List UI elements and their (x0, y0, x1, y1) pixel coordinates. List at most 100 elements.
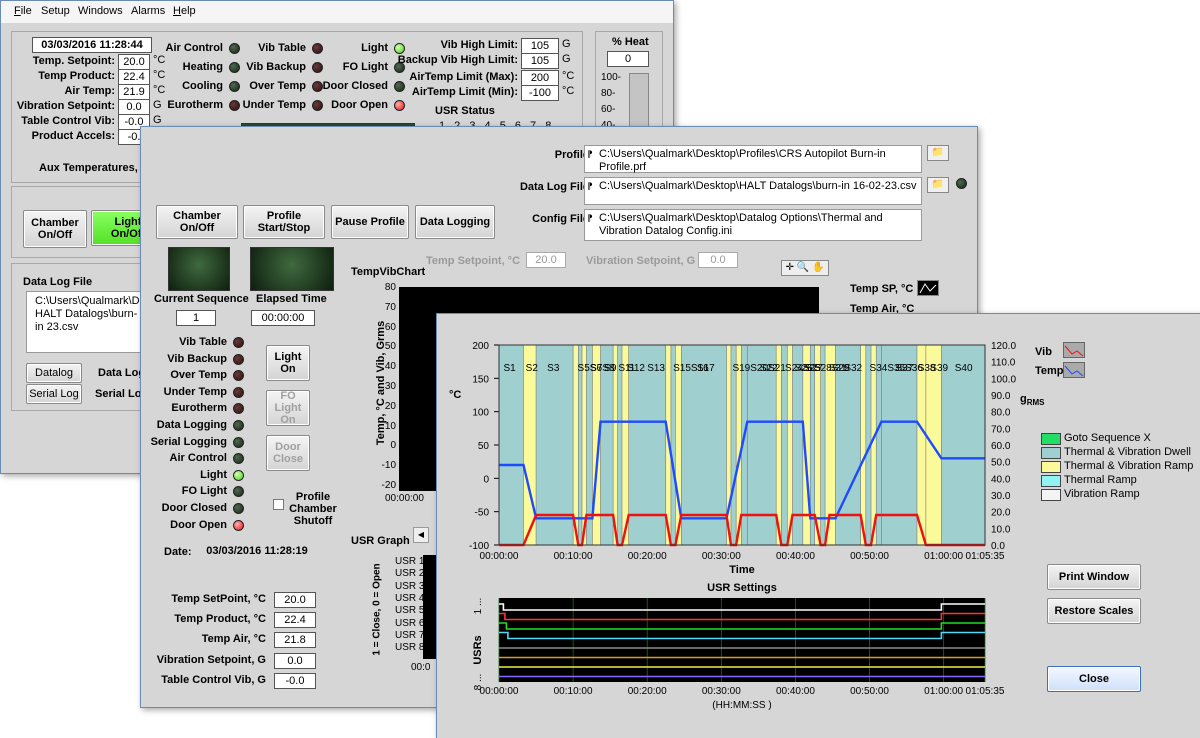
readout-value: 22.4 (118, 69, 150, 85)
elapsed-time-value: 00:00:00 (251, 310, 315, 326)
restore-scales-button[interactable]: Restore Scales (1047, 598, 1141, 624)
usr-graph-row-label: USR 3 (395, 580, 425, 592)
sequence-indicator (168, 247, 230, 291)
legend-swatch (1041, 475, 1061, 487)
readout-unit: G (153, 114, 162, 126)
usr-graph-row-label: USR 5 (395, 605, 425, 617)
chamber-onoff-button-label: Chamber On/Off (31, 217, 79, 241)
y-tick-right: 60.0 (991, 441, 1011, 452)
vib-setpoint-input[interactable]: 0.0 (698, 252, 738, 268)
light-on-button[interactable]: Light On (266, 345, 310, 381)
x-tick: 00:20:00 (628, 551, 667, 562)
legend-label: Goto Sequence X (1064, 432, 1151, 444)
print-window-button-label: Print Window (1058, 571, 1130, 583)
print-window-button[interactable]: Print Window (1047, 564, 1141, 590)
status-led-label: Eurotherm (167, 99, 223, 111)
segment-label: S12 (627, 363, 645, 374)
readout-value-2: 22.4 (274, 612, 316, 629)
segment-label: S3 (547, 363, 560, 374)
light-onoff-button[interactable]: Light On/Off (91, 210, 147, 246)
datalog-folder-icon[interactable]: 📁 (927, 177, 949, 193)
heat-tick: 60- (601, 104, 616, 115)
date-label: Date: (164, 546, 192, 558)
usr-graph-scroll-left-icon[interactable]: ◀ (413, 527, 429, 543)
zoom-tool-icon[interactable]: ✛ 🔍 ✋ (781, 260, 829, 276)
fo-light-on-button-label: FO Light On (274, 390, 302, 426)
status-led-label-2: FO Light (181, 485, 227, 498)
door-close-button[interactable]: Door Close (266, 435, 310, 471)
datalog-button[interactable]: Datalog (26, 363, 82, 383)
datalog-file-path-2[interactable]: ⁋ C:\Users\Qualmark\Desktop\HALT Datalogs… (584, 177, 922, 205)
chamber-onoff-button-2-label: Chamber On/Off (173, 210, 221, 234)
usr-x-tick: 00:30:00 (702, 686, 741, 697)
x-tick: 01:00:00 (924, 551, 963, 562)
profile-shutoff-checkbox[interactable] (273, 499, 284, 510)
y-tick-left: 200 (472, 341, 489, 352)
readout-value-2: 20.0 (274, 592, 316, 608)
usr-graph-row-label: USR 4 (395, 592, 425, 604)
serial-log-button-label: Serial Log (29, 388, 79, 400)
menu-windows[interactable]: Windows (78, 5, 123, 17)
segment-label: S17 (697, 363, 715, 374)
chamber-onoff-button-2[interactable]: Chamber On/Off (156, 205, 238, 239)
config-file-path[interactable]: ⁋ C:\Users\Qualmark\Desktop\Datalog Optio… (584, 209, 922, 241)
status-led (312, 81, 323, 92)
config-file-path-text: C:\Users\Qualmark\Desktop\Datalog Option… (599, 212, 883, 237)
readout-value-2: 0.0 (274, 652, 316, 669)
segment-band (670, 345, 676, 545)
readout-value: 20.0 (118, 54, 150, 70)
status-led-label-2: Data Logging (156, 419, 227, 431)
pause-profile-button[interactable]: Pause Profile (331, 205, 409, 239)
readout-label-2: Temp Air, °C (201, 633, 266, 646)
vib-axis-swatch-icon (1063, 342, 1085, 358)
status-led (312, 43, 323, 54)
vib-axis-label: Vib (1035, 346, 1052, 358)
profile-folder-icon[interactable]: 📁 (927, 145, 949, 161)
y-tick-right: 80.0 (991, 408, 1011, 419)
menu-alarms[interactable]: Alarms (131, 5, 165, 17)
data-logging-button[interactable]: Data Logging (415, 205, 495, 239)
status-led-2 (233, 453, 244, 465)
limit-unit: °C (562, 70, 575, 82)
y-tick-right: 110.0 (991, 358, 1016, 369)
serial-log-button[interactable]: Serial Log (26, 384, 82, 404)
status-led-2 (233, 420, 244, 431)
tempvib-ytick: 0 (390, 440, 396, 452)
datalog-file-label: Data Log File (519, 181, 589, 193)
status-led-label-2: Over Temp (170, 369, 227, 382)
legend-swatch (1041, 489, 1061, 501)
limit-label: AirTemp Limit (Max): (409, 71, 518, 83)
segment-label: S39 (930, 363, 948, 374)
datalog-file-path[interactable]: C:\Users\Qualmark\Desk HALT Datalogs\bur… (26, 291, 146, 353)
y-tick-right: 10.0 (991, 524, 1011, 535)
tempvib-chart-xtick: 00:00:00 (385, 493, 424, 504)
readout-label-2: Temp SetPoint, °C (171, 593, 266, 605)
profile-path[interactable]: ⁋ C:\Users\Qualmark\Desktop\Profiles\CRS … (584, 145, 922, 173)
status-led-label-2: Door Open (170, 518, 227, 531)
limit-unit: G (562, 38, 571, 50)
fo-light-on-button[interactable]: FO Light On (266, 390, 310, 426)
readout-value: 0.0 (118, 99, 150, 115)
menu-file[interactable]: File (14, 5, 32, 17)
temp-setpoint-input[interactable]: 20.0 (526, 252, 566, 268)
usr-x-tick: 00:50:00 (850, 686, 889, 697)
tempvib-ytick: -20 (381, 480, 396, 491)
status-led (229, 100, 240, 111)
datalog-side-label: Data Log (98, 367, 146, 379)
status-led-2 (233, 403, 244, 415)
status-led-2 (233, 353, 244, 365)
limit-value: 105 (521, 38, 559, 54)
current-sequence-value: 1 (176, 310, 216, 326)
readout-label: Table Control Vib: (21, 115, 115, 127)
menu-help[interactable]: Help (173, 5, 196, 17)
datetime-display: 03/03/2016 11:28:44 (32, 37, 152, 53)
chamber-onoff-button[interactable]: Chamber On/Off (23, 210, 87, 248)
profile-shutoff-label: Profile Chamber Shutoff (289, 491, 337, 527)
status-led-label: Air Control (165, 42, 223, 54)
close-button[interactable]: Close (1047, 666, 1141, 692)
readout-unit: G (153, 99, 162, 111)
menu-setup[interactable]: Setup (41, 5, 70, 17)
profile-start-stop-button[interactable]: Profile Start/Stop (243, 205, 325, 239)
usr-y-bottom: 8 ... (473, 674, 484, 691)
usr-chart-title: USR Settings (707, 582, 777, 594)
